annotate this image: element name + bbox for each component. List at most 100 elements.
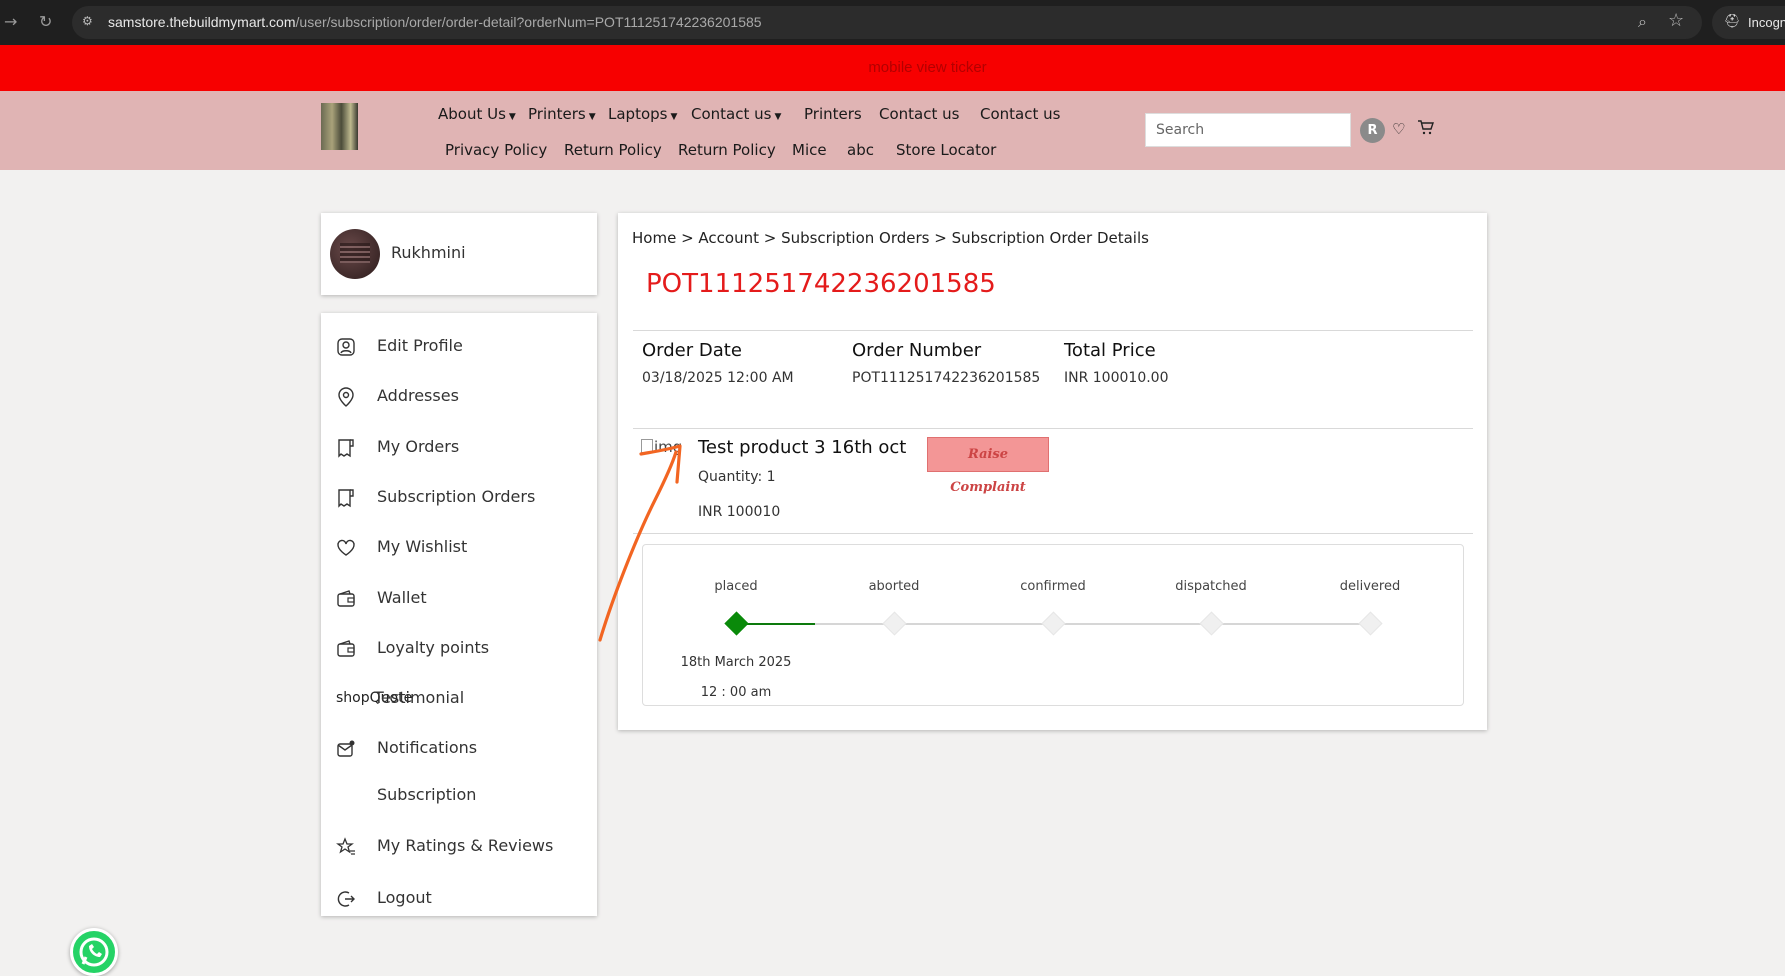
breadcrumb[interactable]: Home > Account > Subscription Orders > S…	[632, 229, 1149, 247]
stage-label-aborted: aborted	[868, 579, 920, 594]
divider	[633, 330, 1473, 331]
sidebar-item-subscription[interactable]: Subscription	[321, 775, 597, 815]
bookmark-star-icon[interactable]: ☆	[1668, 10, 1684, 31]
sidebar-item-testimonial[interactable]: shopQuote Testimonial	[321, 678, 597, 718]
cart-icon[interactable]	[1417, 120, 1434, 139]
stage-marker-confirmed	[1041, 611, 1066, 636]
ticker-bar: mobile view ticker	[0, 45, 1785, 91]
whatsapp-icon	[79, 937, 109, 967]
caret-down-icon: ▼	[774, 112, 782, 122]
caret-down-icon: ▼	[508, 112, 516, 122]
nav-laptops[interactable]: Laptops ▼	[608, 105, 677, 123]
page-title: POT111251742236201585	[646, 269, 996, 299]
order-status-tracker: placed aborted confirmed dispatched deli…	[642, 544, 1464, 706]
reload-icon[interactable]: ↻	[39, 12, 52, 31]
ticker-text: mobile view ticker	[868, 59, 987, 76]
sidebar-item-my-orders[interactable]: My Orders	[321, 427, 597, 467]
divider	[633, 533, 1473, 534]
placed-time: 12 : 00 am	[700, 685, 772, 700]
sidebar-item-ratings-reviews[interactable]: My Ratings & Reviews	[321, 826, 597, 866]
site-logo[interactable]	[321, 103, 358, 150]
account-sidebar: Edit Profile Addresses My Orders Subscri…	[321, 313, 597, 916]
sidebar-item-label: Addresses	[377, 386, 459, 405]
sidebar-item-subscription-orders[interactable]: Subscription Orders	[321, 477, 597, 517]
sidebar-item-label: Logout	[377, 888, 432, 907]
sidebar-item-label: Notifications	[377, 738, 478, 757]
nav-contact-us[interactable]: Contact us	[879, 105, 959, 123]
site-info-icon[interactable]: ⚙	[82, 14, 96, 28]
sidebar-item-loyalty-points[interactable]: Loyalty points	[321, 628, 597, 668]
order-number-block: Order Number POT111251742236201585	[852, 340, 1040, 386]
raise-complaint-button[interactable]: Raise Complaint	[927, 437, 1049, 495]
nav-mice[interactable]: Mice	[792, 141, 827, 159]
nav-contact-us-dropdown[interactable]: Contact us ▼	[691, 105, 781, 123]
order-detail-card: Home > Account > Subscription Orders > S…	[618, 213, 1487, 730]
sidebar-item-label: My Wishlist	[377, 537, 468, 556]
profile-card: Rukhmini	[321, 213, 597, 295]
sidebar-item-label: Wallet	[377, 588, 427, 607]
stage-label-dispatched: dispatched	[1175, 579, 1247, 594]
total-price-block: Total Price INR 100010.00	[1064, 340, 1169, 386]
caret-down-icon: ▼	[588, 112, 596, 122]
stage-marker-dispatched	[1199, 611, 1224, 636]
whatsapp-chat-button[interactable]	[70, 928, 118, 976]
nav-return-policy-2[interactable]: Return Policy	[678, 141, 776, 159]
sidebar-item-logout[interactable]: Logout	[321, 878, 597, 918]
stage-marker-aborted	[882, 611, 907, 636]
star-icon	[336, 837, 355, 855]
site-header: About Us ▼ Printers ▼ Laptops ▼ Contact us ▼…	[0, 91, 1785, 170]
nav-printers[interactable]: Printers	[804, 105, 862, 123]
nav-label: About Us	[438, 105, 506, 123]
sidebar-item-label: Edit Profile	[377, 336, 463, 355]
mail-icon	[337, 740, 355, 757]
sidebar-item-wallet[interactable]: Wallet	[321, 578, 597, 618]
nav-abc[interactable]: abc	[847, 141, 874, 159]
zoom-icon[interactable]: ⌕	[1638, 12, 1647, 32]
url-path: /user/subscription/order/order-detail?or…	[295, 14, 762, 30]
product-price: INR 100010	[698, 504, 781, 520]
order-date-label: Order Date	[642, 340, 742, 361]
browser-toolbar: → ↻ ⚙ samstore.thebuildmymart.com/user/s…	[0, 0, 1785, 45]
incognito-badge[interactable]: ⛑ Incogn	[1712, 6, 1785, 39]
sidebar-item-my-wishlist[interactable]: My Wishlist	[321, 527, 597, 567]
user-avatar[interactable]: R	[1360, 118, 1385, 143]
nav-return-policy[interactable]: Return Policy	[564, 141, 662, 159]
forward-icon[interactable]: →	[4, 12, 17, 31]
logout-icon	[337, 891, 355, 907]
sidebar-item-label: Subscription	[377, 785, 477, 804]
caret-down-icon: ▼	[670, 112, 678, 122]
order-date-value: 03/18/2025 12:00 AM	[642, 370, 794, 386]
product-name[interactable]: Test product 3 16th oct	[698, 437, 906, 458]
stage-label-confirmed: confirmed	[1020, 579, 1086, 594]
order-number-label: Order Number	[852, 340, 982, 361]
search-input[interactable]: Search	[1145, 113, 1351, 147]
sidebar-item-addresses[interactable]: Addresses	[321, 376, 597, 416]
nav-label: Contact us	[691, 105, 772, 123]
address-bar[interactable]: ⚙ samstore.thebuildmymart.com/user/subsc…	[72, 6, 1702, 39]
wishlist-heart-icon[interactable]: ♡	[1392, 120, 1405, 138]
order-date-block: Order Date 03/18/2025 12:00 AM	[642, 340, 794, 386]
nav-about-us[interactable]: About Us ▼	[438, 105, 516, 123]
sidebar-item-edit-profile[interactable]: Edit Profile	[321, 326, 597, 366]
nav-label: Laptops	[608, 105, 668, 123]
sidebar-item-label: Testimonial	[374, 688, 465, 707]
nav-privacy-policy[interactable]: Privacy Policy	[445, 141, 547, 159]
product-image: img	[641, 438, 682, 456]
user-icon	[337, 338, 355, 356]
divider	[633, 428, 1473, 429]
sidebar-item-label: Loyalty points	[377, 638, 490, 657]
sidebar-item-label: Subscription Orders	[377, 487, 536, 506]
stage-marker-placed	[724, 611, 749, 636]
search-placeholder: Search	[1156, 122, 1205, 138]
product-quantity: Quantity: 1	[698, 469, 776, 485]
wallet-icon	[337, 590, 355, 607]
stage-marker-delivered	[1358, 611, 1383, 636]
profile-avatar	[330, 229, 380, 279]
nav-contact-us-2[interactable]: Contact us	[980, 105, 1060, 123]
incognito-label: Incogn	[1748, 15, 1785, 30]
sidebar-item-label: My Ratings & Reviews	[377, 836, 554, 855]
sidebar-item-notifications[interactable]: Notifications	[321, 728, 597, 768]
total-price-value: INR 100010.00	[1064, 370, 1169, 386]
nav-store-locator[interactable]: Store Locator	[896, 141, 996, 159]
nav-printers-dropdown[interactable]: Printers ▼	[528, 105, 596, 123]
